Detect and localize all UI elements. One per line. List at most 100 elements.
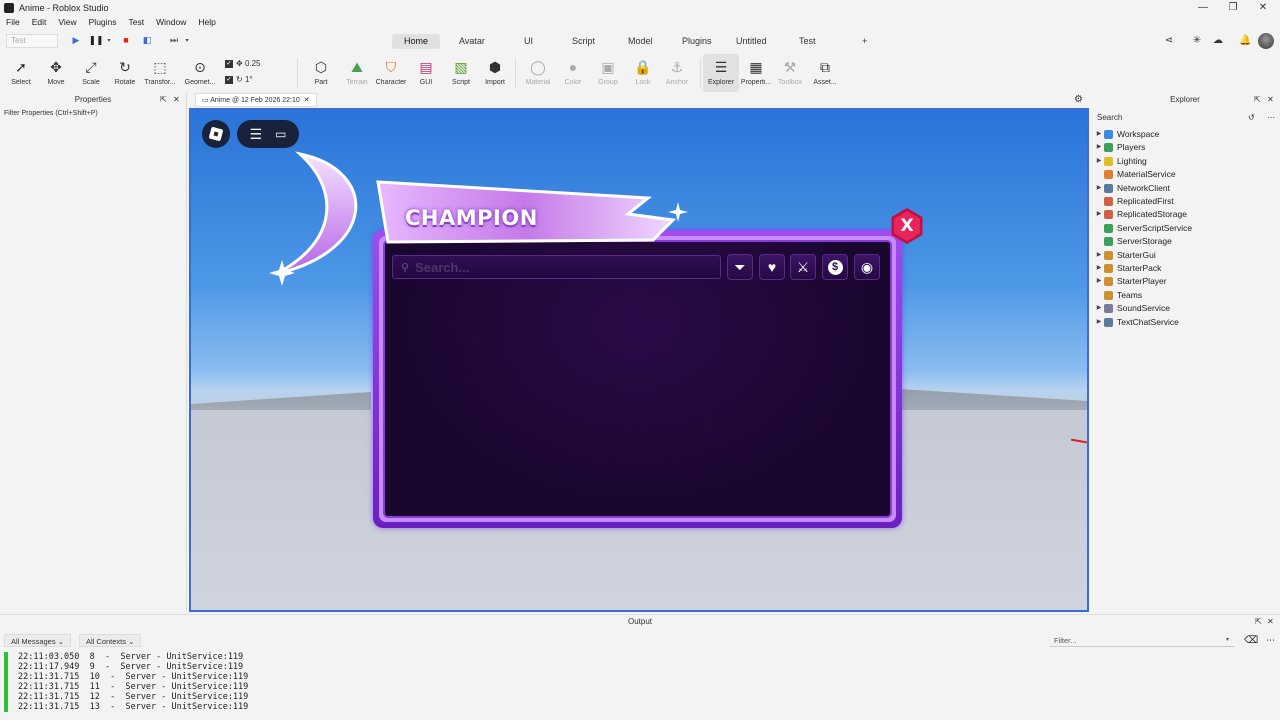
roblox-menu-button[interactable]	[202, 120, 230, 148]
explorer-item-starterplayer[interactable]: ▶ StarterPlayer	[1094, 275, 1167, 288]
tab-plugins[interactable]: Plugins	[670, 34, 724, 49]
close-window-button[interactable]: ✕	[1248, 0, 1278, 15]
menu-window[interactable]: Window	[156, 17, 186, 27]
script-tool[interactable]: ▧ Script	[443, 54, 479, 92]
rotate-tool[interactable]: ↻ Rotate	[107, 54, 143, 92]
share-icon[interactable]: ⋖	[1163, 35, 1175, 47]
output-filter-input[interactable]: Filter... ▾	[1050, 634, 1235, 647]
tab-avatar[interactable]: Avatar	[447, 34, 497, 49]
color-tool[interactable]: ● Color	[555, 54, 591, 92]
lock-tool[interactable]: 🔒 Lock	[625, 54, 661, 92]
notification-bell-icon[interactable]: 🔔	[1239, 35, 1251, 47]
expand-arrow-icon[interactable]: ▶	[1094, 141, 1104, 154]
price-button[interactable]: $	[822, 254, 848, 280]
collaborate-icon[interactable]: ✳	[1191, 35, 1203, 47]
checkbox-icon[interactable]: ✓	[225, 59, 233, 68]
explorer-item-replicatedfirst[interactable]: ReplicatedFirst	[1094, 195, 1174, 208]
expand-arrow-icon[interactable]: ▶	[1094, 182, 1104, 195]
stop-icon[interactable]: ■	[120, 34, 132, 46]
tab-home[interactable]: Home	[392, 34, 441, 49]
weapon-button[interactable]: ⚔	[790, 254, 816, 280]
explorer-item-lighting[interactable]: ▶ Lighting	[1094, 155, 1147, 168]
explorer-item-workspace[interactable]: ▶ Workspace	[1094, 128, 1159, 141]
gui-tool[interactable]: ▤ GUI	[408, 54, 444, 92]
explorer-item-networkclient[interactable]: ▶ NetworkClient	[1094, 182, 1170, 195]
play-icon[interactable]: ▶	[70, 34, 82, 46]
favorites-button[interactable]: ♥	[759, 254, 785, 280]
checkbox-icon[interactable]: ✓	[225, 75, 233, 84]
transform-tool[interactable]: ⬚ Transfor...	[142, 54, 178, 92]
popout-icon[interactable]: ⇱	[1254, 93, 1261, 106]
character-tool[interactable]: ⛉ Character	[373, 54, 409, 92]
select-tool[interactable]: ➚ Select	[3, 54, 39, 92]
explorer-item-starterpack[interactable]: ▶ StarterPack	[1094, 262, 1161, 275]
test-mode-select[interactable]: Test	[6, 34, 58, 48]
expand-arrow-icon[interactable]: ▶	[1094, 128, 1104, 141]
group-tool[interactable]: ▣ Group	[590, 54, 626, 92]
explorer-item-replicatedstorage[interactable]: ▶ ReplicatedStorage	[1094, 208, 1187, 221]
cloud-icon[interactable]: ☁	[1212, 35, 1224, 47]
tab-ui[interactable]: UI	[512, 34, 545, 49]
close-icon[interactable]: ✕	[1267, 615, 1274, 628]
restore-button[interactable]: ❐	[1218, 0, 1248, 15]
chevron-down-icon[interactable]: ▾	[1226, 634, 1229, 647]
geometry-tool[interactable]: ⊙ Geomet...	[184, 54, 216, 92]
step-icon[interactable]: ⏭	[168, 34, 180, 46]
scale-tool[interactable]: ⤢ Scale	[73, 54, 109, 92]
view-button[interactable]: ◉	[854, 254, 880, 280]
expand-arrow-icon[interactable]: ▶	[1094, 208, 1104, 221]
terrain-tool[interactable]: ⛰ Terrain	[339, 54, 375, 92]
hamburger-menu-icon[interactable]: ☰	[250, 126, 263, 143]
explorer-search-input[interactable]: Search ↺ ⋯	[1094, 112, 1276, 124]
messages-filter-dropdown[interactable]: All Messages ⌄	[4, 634, 71, 647]
material-tool[interactable]: ◯ Material	[520, 54, 556, 92]
explorer-item-teams[interactable]: Teams	[1094, 289, 1142, 302]
part-tool[interactable]: ⬡ Part	[303, 54, 339, 92]
document-tab[interactable]: ▭ Anime @ 12 Feb 2026 22:10 ✕	[195, 93, 317, 107]
menu-edit[interactable]: Edit	[32, 17, 47, 27]
close-icon[interactable]: ✕	[300, 97, 310, 104]
menu-test[interactable]: Test	[129, 17, 145, 27]
explorer-item-startergui[interactable]: ▶ StarterGui	[1094, 249, 1156, 262]
more-icon[interactable]: ⋯	[1266, 635, 1275, 646]
menu-plugins[interactable]: Plugins	[89, 17, 117, 27]
popout-icon[interactable]: ⇱	[160, 93, 167, 106]
close-icon[interactable]: ✕	[1267, 93, 1274, 106]
gui-search-box[interactable]: ⚲	[392, 255, 721, 279]
expand-arrow-icon[interactable]: ▶	[1094, 262, 1104, 275]
filter-properties-input[interactable]: Filter Properties (Ctrl+Shift+P)	[4, 108, 182, 119]
chevron-down-icon[interactable]: ▾	[103, 34, 115, 46]
gear-icon[interactable]: ⚙	[1074, 94, 1083, 105]
expand-arrow-icon[interactable]: ▶	[1094, 155, 1104, 168]
contexts-filter-dropdown[interactable]: All Contexts ⌄	[78, 634, 142, 647]
expand-arrow-icon[interactable]: ▶	[1094, 302, 1104, 315]
toolbox-tool[interactable]: ⚒ Toolbox	[772, 54, 808, 92]
expand-arrow-icon[interactable]: ▶	[1094, 316, 1104, 329]
explorer-item-serverscriptservice[interactable]: ServerScriptService	[1094, 222, 1192, 235]
move-tool[interactable]: ✥ Move	[38, 54, 74, 92]
explorer-item-materialservice[interactable]: MaterialService	[1094, 168, 1176, 181]
tab-untitled[interactable]: Untitled	[724, 34, 779, 49]
gui-search-input[interactable]	[415, 259, 696, 275]
move-increment[interactable]: ✓ ✥ 0.25	[225, 59, 261, 68]
menu-file[interactable]: File	[6, 17, 20, 27]
tab-script[interactable]: Script	[560, 34, 607, 49]
menu-help[interactable]: Help	[198, 17, 215, 27]
menu-view[interactable]: View	[58, 17, 76, 27]
anchor-tool[interactable]: ⚓ Anchor	[659, 54, 695, 92]
explorer-item-soundservice[interactable]: ▶ SoundService	[1094, 302, 1170, 315]
filter-button[interactable]: ⏷	[727, 254, 753, 280]
pause-icon[interactable]: ❚❚	[88, 34, 103, 46]
close-icon[interactable]: ✕	[173, 93, 180, 106]
explorer-item-players[interactable]: ▶ Players	[1094, 141, 1145, 154]
explorer-tool[interactable]: ☰ Explorer	[703, 54, 739, 92]
add-tab-button[interactable]: +	[850, 34, 879, 49]
client-server-icon[interactable]: ◧	[141, 34, 153, 46]
import-tool[interactable]: ⬢ Import	[477, 54, 513, 92]
history-icon[interactable]: ↺	[1248, 112, 1255, 124]
asset-manager-tool[interactable]: ⧉ Asset...	[807, 54, 843, 92]
expand-arrow-icon[interactable]: ▶	[1094, 275, 1104, 288]
explorer-item-serverstorage[interactable]: ServerStorage	[1094, 235, 1172, 248]
chevron-down-icon[interactable]: ▾	[181, 34, 193, 46]
clear-output-icon[interactable]: ⌫	[1244, 635, 1258, 646]
